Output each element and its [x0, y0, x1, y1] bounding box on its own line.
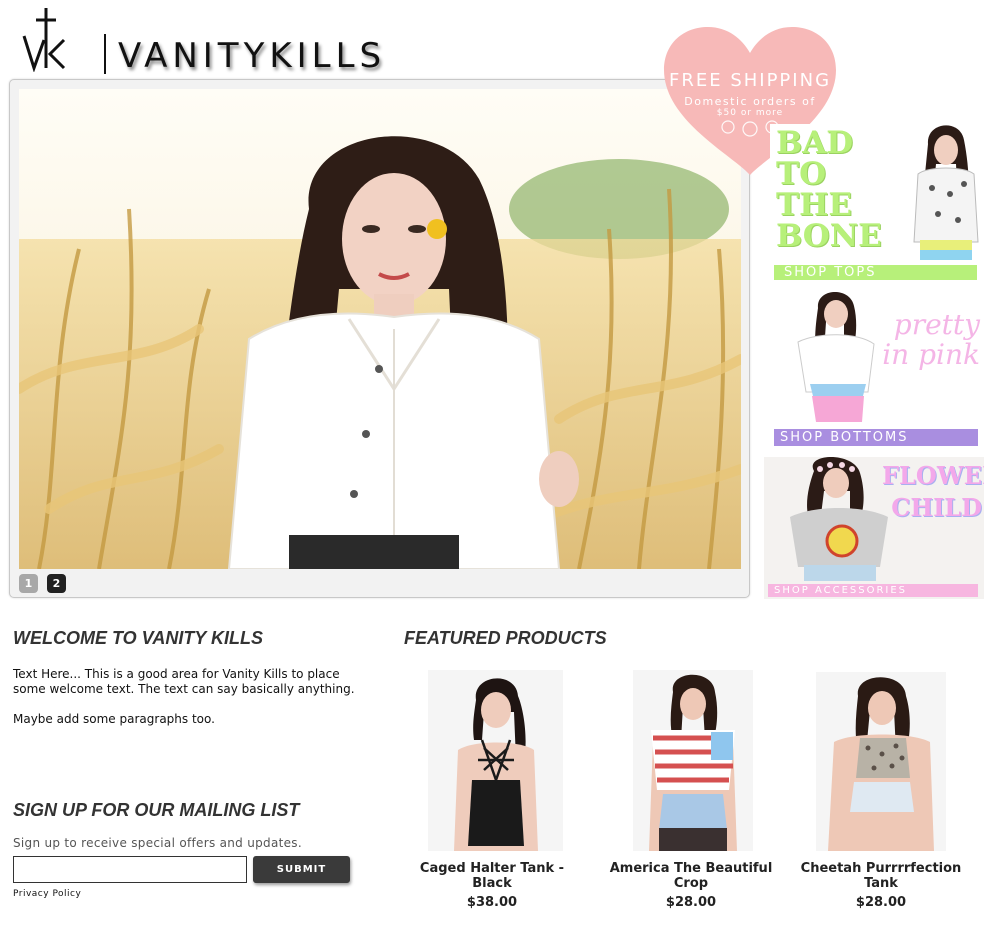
email-field[interactable] [13, 856, 247, 883]
hero-slide-image[interactable] [19, 89, 741, 569]
banner-cta: SHOP TOPS [774, 265, 977, 280]
product-image[interactable] [633, 670, 753, 851]
model-photo [913, 125, 979, 260]
banner-shop-accessories[interactable]: FLOWER CHILD SHOP ACCESSORIES [764, 457, 984, 599]
product-price: $28.00 [665, 895, 717, 910]
slider-pagination: 1 2 [19, 574, 66, 593]
privacy-policy-link[interactable]: Privacy Policy [13, 889, 81, 899]
welcome-heading: WELCOME TO VANITY KILLS [13, 628, 264, 648]
slider-page-2-button[interactable]: 2 [47, 574, 66, 593]
product-name[interactable]: Cheetah Purrrrfection Tank [796, 861, 966, 891]
welcome-paragraph-1: Text Here... This is a good area for Van… [13, 667, 355, 696]
banner-headline: FLOWER CHILD [882, 461, 984, 522]
mailing-list-heading: SIGN UP FOR OUR MAILING LIST [13, 800, 300, 820]
logo-wordmark: VANITYKILLS [118, 36, 387, 76]
product-image[interactable] [428, 670, 563, 851]
banner-headline: pretty in pink [882, 308, 980, 371]
banner-shop-tops[interactable]: BAD TO THE BONE SHOP TOPS [770, 124, 983, 282]
product-card: Cheetah Purrrrfection Tank $28.00 [796, 670, 966, 915]
slider-page-1-button[interactable]: 1 [19, 574, 38, 593]
free-shipping-line2: $50 or more [716, 108, 784, 118]
site-logo[interactable]: VANITYKILLS [20, 6, 400, 76]
banner-cta: SHOP BOTTOMS [774, 429, 978, 446]
banner-shop-bottoms[interactable]: pretty in pink SHOP BOTTOMS [770, 292, 984, 450]
product-card: Caged Halter Tank - Black $38.00 [407, 670, 577, 915]
banner-headline: BAD TO THE BONE [776, 125, 882, 254]
product-price: $38.00 [466, 895, 518, 910]
free-shipping-line1: Domestic orders of [684, 95, 816, 108]
free-shipping-title: FREE SHIPPING [668, 70, 832, 91]
product-card: America The Beautiful Crop $28.00 [606, 670, 776, 915]
mailing-list-description: Sign up to receive special offers and up… [13, 836, 302, 850]
product-name[interactable]: America The Beautiful Crop [606, 861, 776, 891]
product-name[interactable]: Caged Halter Tank - Black [407, 861, 577, 891]
welcome-paragraph-2: Maybe add some paragraphs too. [13, 712, 215, 726]
featured-products-heading: FEATURED PRODUCTS [404, 628, 607, 648]
model-photo [790, 457, 888, 581]
product-price: $28.00 [855, 895, 907, 910]
banner-cta: SHOP ACCESSORIES [768, 584, 978, 597]
hero-slider: 1 2 [9, 79, 750, 598]
vk-monogram-icon [22, 8, 66, 72]
submit-button[interactable]: SUBMIT [253, 856, 350, 883]
product-image[interactable] [816, 672, 946, 851]
logo-divider [104, 34, 106, 74]
